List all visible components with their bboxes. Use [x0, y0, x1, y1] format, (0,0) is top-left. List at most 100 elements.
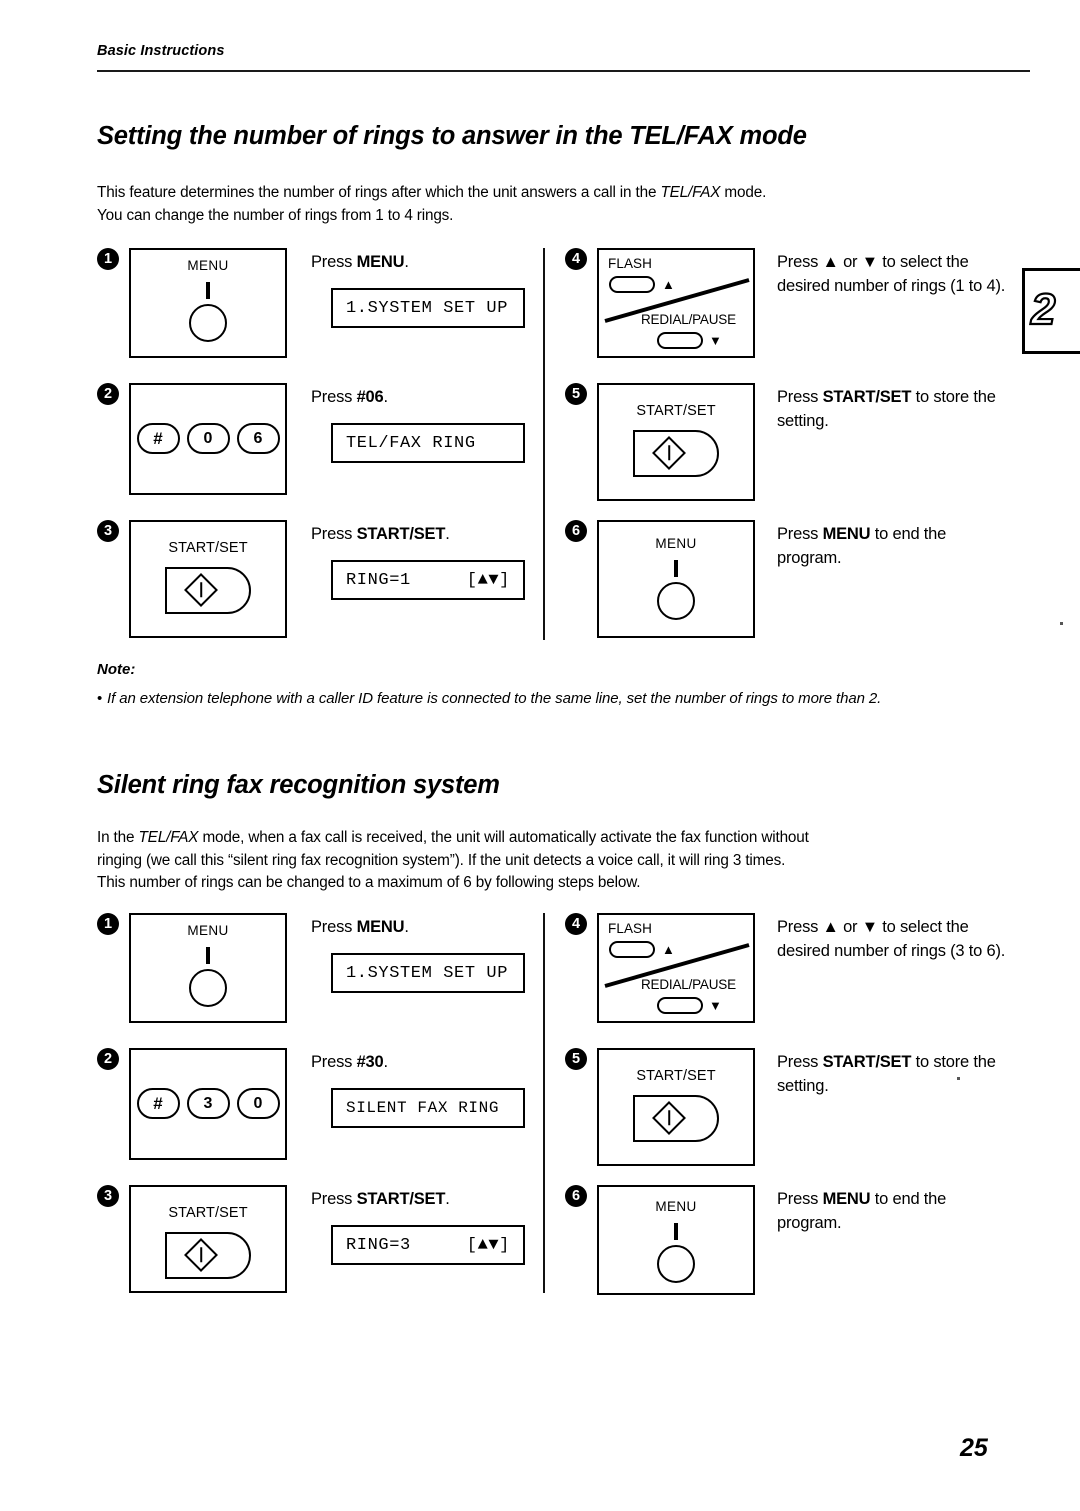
flash-label: FLASH	[608, 256, 653, 271]
start-set-button-icon[interactable]	[633, 1095, 719, 1142]
lcd-text-left: TEL/FAX RING	[346, 433, 476, 453]
key-digit-1[interactable]: 3	[186, 1088, 230, 1119]
step-number: 2	[97, 383, 119, 405]
down-arrow-icon: ▼	[709, 998, 722, 1013]
scan-speck	[1060, 622, 1063, 625]
menu-key-tick-icon	[674, 560, 678, 577]
menu-key-label: MENU	[655, 536, 697, 551]
keypad-keys: # 3 0	[131, 1088, 285, 1119]
start-set-panel: START/SET	[597, 1048, 755, 1166]
instruction-pre: Press	[311, 1190, 357, 1208]
step-number: 2	[97, 1048, 119, 1070]
step-number: 5	[565, 383, 587, 405]
lcd-text-left: SILENT FAX RING	[346, 1099, 500, 1117]
section-title-1: Setting the number of rings to answer in…	[97, 122, 807, 150]
intro2-text-italic: TEL/FAX	[138, 829, 199, 846]
instruction-key-name: MENU	[356, 253, 405, 271]
manual-page: Basic Instructions 2 Setting the number …	[0, 0, 1080, 1511]
menu-key-label: MENU	[187, 923, 229, 938]
step-number: 1	[97, 248, 119, 270]
instruction-pre: Press	[311, 388, 357, 406]
start-set-label: START/SET	[168, 540, 248, 556]
instruction-key-name: START/SET	[822, 1053, 912, 1071]
instruction-key-name: START/SET	[356, 1190, 446, 1208]
start-set-panel: START/SET	[597, 383, 755, 501]
instruction-key-name: MENU	[356, 918, 405, 936]
menu-round-button-icon[interactable]	[657, 582, 695, 620]
step-instruction: Press ▲ or ▼ to select the desired numbe…	[777, 918, 1006, 960]
instruction-key-name: #30	[356, 1053, 384, 1071]
start-diamond-icon	[184, 1238, 218, 1272]
lcd-text-right: [▲▼]	[466, 570, 510, 590]
menu-key-panel: MENU	[597, 1185, 755, 1295]
flash-redial-panel: FLASH ▲ REDIAL/PAUSE ▼	[597, 248, 755, 358]
page-number: 25	[960, 1434, 988, 1462]
lcd-text-right: [▲▼]	[466, 1235, 510, 1255]
start-diamond-icon	[652, 1101, 686, 1135]
key-digit-2[interactable]: 0	[236, 1088, 280, 1119]
section-1-intro: This feature determines the number of ri…	[97, 182, 997, 227]
lcd-text-left: 1.SYSTEM SET UP	[346, 298, 509, 318]
start-diamond-icon	[652, 436, 686, 470]
menu-round-button-icon[interactable]	[657, 1245, 695, 1283]
key-digit-2[interactable]: 6	[236, 423, 280, 454]
instruction-pre: Press	[777, 1190, 823, 1208]
step-instruction: Press MENU to end the program.	[777, 1187, 1007, 1235]
step-number: 6	[565, 1185, 587, 1207]
menu-key-panel: MENU	[129, 248, 287, 358]
step-instruction: Press START/SET to store the setting.	[777, 385, 1007, 433]
intro-text-line2: You can change the number of rings from …	[97, 206, 454, 224]
start-set-panel: START/SET	[129, 1185, 287, 1293]
lcd-display: 1.SYSTEM SET UP	[331, 953, 525, 993]
note-text: If an extension telephone with a caller …	[107, 690, 882, 707]
start-set-panel: START/SET	[129, 520, 287, 638]
instruction-pre: Press	[777, 388, 823, 406]
instruction-post: .	[445, 1190, 450, 1208]
step-number: 3	[97, 520, 119, 542]
menu-key-tick-icon	[206, 947, 210, 964]
intro2-text-line3: This number of rings can be changed to a…	[97, 874, 641, 891]
start-set-label: START/SET	[636, 403, 716, 419]
keypad-panel: # 3 0	[129, 1048, 287, 1160]
step-instruction: Press START/SET.	[311, 1187, 551, 1211]
instruction-key-name: MENU	[822, 525, 871, 543]
down-arrow-icon: ▼	[709, 333, 722, 348]
section-2-intro: In the TEL/FAX mode, when a fax call is …	[97, 827, 1037, 895]
lcd-display: RING=3 [▲▼]	[331, 1225, 525, 1265]
intro2-text-post: mode, when a fax call is received, the u…	[198, 829, 809, 846]
instruction-pre: Press	[311, 253, 357, 271]
lcd-text-left: RING=1	[346, 570, 411, 590]
step-number: 1	[97, 913, 119, 935]
flash-label: FLASH	[608, 921, 653, 936]
flash-redial-panel: FLASH ▲ REDIAL/PAUSE ▼	[597, 913, 755, 1023]
step-instruction: Press MENU to end the program.	[777, 522, 1007, 570]
step-instruction: Press START/SET.	[311, 522, 551, 546]
start-set-button-icon[interactable]	[165, 1232, 251, 1279]
section-title-2: Silent ring fax recognition system	[97, 771, 500, 799]
intro-text-post: mode.	[720, 184, 767, 201]
instruction-pre: Press	[311, 525, 357, 543]
instruction-post: .	[404, 918, 409, 936]
step-instruction: Press ▲ or ▼ to select the desired numbe…	[777, 253, 1006, 295]
menu-round-button-icon[interactable]	[189, 969, 227, 1007]
instruction-post: .	[383, 1053, 389, 1071]
redial-pause-key-icon[interactable]	[657, 332, 703, 349]
start-set-label: START/SET	[636, 1068, 716, 1084]
start-set-button-icon[interactable]	[633, 430, 719, 477]
menu-round-button-icon[interactable]	[189, 304, 227, 342]
lcd-text-left: 1.SYSTEM SET UP	[346, 963, 509, 983]
redial-pause-key-icon[interactable]	[657, 997, 703, 1014]
instruction-key-name: START/SET	[822, 388, 912, 406]
instruction-pre: Press	[777, 525, 823, 543]
intro2-text-pre: In the	[97, 829, 139, 846]
start-set-button-icon[interactable]	[165, 567, 251, 614]
note-label: Note:	[97, 661, 136, 678]
step-instruction: Press #30.	[311, 1050, 531, 1074]
intro2-text-line2: ringing (we call this “silent ring fax r…	[97, 851, 786, 869]
keypad-keys: # 0 6	[131, 423, 285, 454]
key-hash[interactable]: #	[136, 423, 180, 454]
intro-text-italic: TEL/FAX	[660, 184, 721, 201]
key-digit-1[interactable]: 0	[186, 423, 230, 454]
instruction-pre: Press	[777, 1053, 823, 1071]
key-hash[interactable]: #	[136, 1088, 180, 1119]
